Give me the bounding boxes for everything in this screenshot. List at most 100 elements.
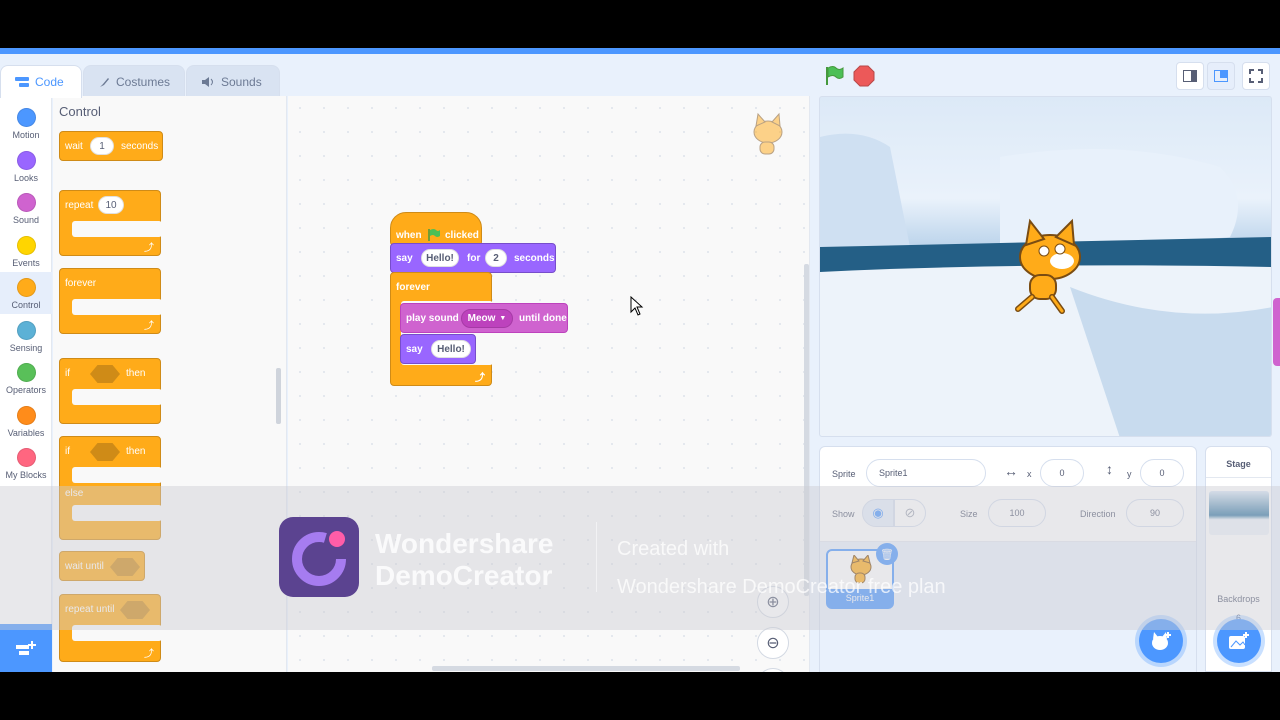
tab-costumes[interactable]: Costumes	[83, 65, 185, 97]
category-dot-icon	[16, 235, 36, 255]
green-flag-icon[interactable]	[823, 65, 845, 87]
code-icon	[15, 77, 29, 87]
chevron-down-icon: ▼	[499, 315, 507, 322]
block-input[interactable]: 1	[90, 137, 114, 155]
c-slot	[72, 221, 162, 237]
vertical-arrows-icon: ↕	[1106, 461, 1113, 477]
block-text: then	[126, 368, 146, 379]
say-message-input[interactable]: Hello!	[431, 340, 471, 358]
x-position-input[interactable]: 0	[1040, 459, 1084, 487]
category-label: Control	[11, 300, 41, 310]
say-seconds-input[interactable]: 2	[485, 249, 507, 267]
boolean-slot[interactable]	[90, 443, 120, 461]
sprite-cat-icon	[753, 112, 783, 155]
small-stage-button[interactable]	[1176, 62, 1204, 90]
category-variables[interactable]: Variables	[0, 400, 52, 442]
block-text: wait	[65, 141, 83, 152]
say-message-input[interactable]: Hello!	[421, 249, 459, 267]
green-flag-icon	[428, 229, 440, 241]
category-my-blocks[interactable]: My Blocks	[0, 442, 52, 484]
category-label: Variables	[7, 427, 45, 438]
sound-dropdown[interactable]: Meow ▼	[461, 309, 513, 328]
block-wait-seconds[interactable]: wait 1 seconds	[59, 131, 163, 161]
watermark-sub-line1: Created with	[617, 538, 730, 560]
tab-sounds-label: Sounds	[221, 74, 262, 89]
loop-arrow-icon: ⤴	[144, 243, 154, 254]
c-slot	[72, 467, 162, 483]
block-text: forever	[396, 282, 430, 293]
block-if-then[interactable]: if then	[59, 358, 162, 424]
democreator-logo-icon	[292, 531, 346, 586]
sound-dropdown-value: Meow	[467, 313, 496, 324]
tab-code[interactable]: Code	[0, 65, 82, 98]
add-extension-icon	[16, 641, 36, 655]
category-dot-icon	[16, 405, 36, 425]
loop-arrow-icon: ⤴	[144, 649, 154, 660]
category-label: Operators	[5, 385, 47, 395]
stage-title: Stage	[1226, 459, 1251, 469]
category-label: Motion	[12, 130, 40, 140]
small-stage-icon	[1183, 70, 1197, 82]
tab-sounds[interactable]: Sounds	[186, 65, 280, 97]
y-label: y	[1127, 469, 1132, 479]
watermark-divider	[596, 522, 597, 592]
palette-category-title: Control	[59, 104, 101, 119]
zoom-out-icon: ⊖	[766, 635, 780, 652]
block-text: play sound	[406, 313, 459, 324]
block-text: seconds	[514, 253, 555, 264]
add-extension-button[interactable]	[0, 624, 52, 672]
block-play-sound-until-done[interactable]: play sound Meow ▼ until done	[400, 303, 568, 333]
cat-sprite[interactable]	[1000, 217, 1090, 317]
watermark-subtitle: Created with Wondershare DemoCreator fre…	[617, 530, 1037, 606]
block-when-flag-clicked[interactable]: when clicked	[390, 212, 482, 246]
divider	[1206, 477, 1271, 478]
loop-arrow-icon: ⤴	[144, 321, 154, 332]
stage-canvas[interactable]	[819, 96, 1272, 437]
democreator-logo	[279, 517, 359, 597]
horizontal-arrows-icon: ↔	[1004, 463, 1018, 479]
block-text: clicked	[445, 230, 479, 241]
loop-arrow-icon: ⤴	[475, 373, 485, 384]
category-sound[interactable]: Sound	[0, 187, 52, 229]
add-sprite-icon	[1152, 632, 1171, 650]
normal-stage-button[interactable]	[1207, 62, 1235, 90]
boolean-slot[interactable]	[90, 365, 120, 383]
block-repeat[interactable]: repeat 10 ⤴	[59, 190, 162, 256]
category-dot-icon	[16, 108, 36, 127]
watermark-sub-line2: Wondershare DemoCreator free plan	[617, 576, 946, 598]
category-control[interactable]: Control	[0, 272, 52, 314]
y-position-input[interactable]: 0	[1140, 459, 1184, 487]
block-text: when	[396, 230, 422, 241]
sprite-label: Sprite	[832, 469, 856, 479]
normal-stage-icon	[1214, 70, 1228, 82]
category-sensing[interactable]: Sensing	[0, 315, 52, 357]
category-operators[interactable]: Operators	[0, 357, 52, 399]
block-text: if	[65, 446, 70, 457]
zoom-out-button[interactable]: ⊖	[757, 627, 789, 659]
category-motion[interactable]: Motion	[0, 102, 52, 144]
category-events[interactable]: Events	[0, 230, 52, 272]
category-looks[interactable]: Looks	[0, 145, 52, 187]
palette-scrollbar[interactable]	[276, 368, 281, 424]
sprite-name-input[interactable]: Sprite1	[866, 459, 986, 487]
stop-icon[interactable]	[853, 65, 875, 87]
category-dot-icon	[16, 278, 36, 297]
block-text: then	[126, 446, 146, 457]
mouse-cursor-icon	[630, 296, 644, 316]
category-dot-icon	[16, 193, 36, 212]
block-input[interactable]: 10	[98, 196, 124, 214]
side-drawer-handle[interactable]	[1273, 298, 1280, 366]
fullscreen-button[interactable]	[1242, 62, 1270, 90]
block-forever[interactable]: forever ⤴	[59, 268, 162, 334]
block-say-for-seconds[interactable]: say Hello! for 2 seconds	[390, 243, 556, 273]
block-say[interactable]: say Hello!	[400, 334, 476, 364]
category-dot-icon	[16, 363, 36, 382]
block-text: say	[406, 344, 423, 355]
add-backdrop-icon	[1229, 632, 1249, 649]
category-label: Sound	[12, 215, 40, 225]
fullscreen-icon	[1249, 69, 1263, 83]
category-label: Sensing	[9, 342, 43, 353]
category-label: Events	[12, 257, 40, 268]
workspace-horizontal-scrollbar[interactable]	[432, 666, 740, 671]
speaker-icon	[202, 76, 213, 87]
